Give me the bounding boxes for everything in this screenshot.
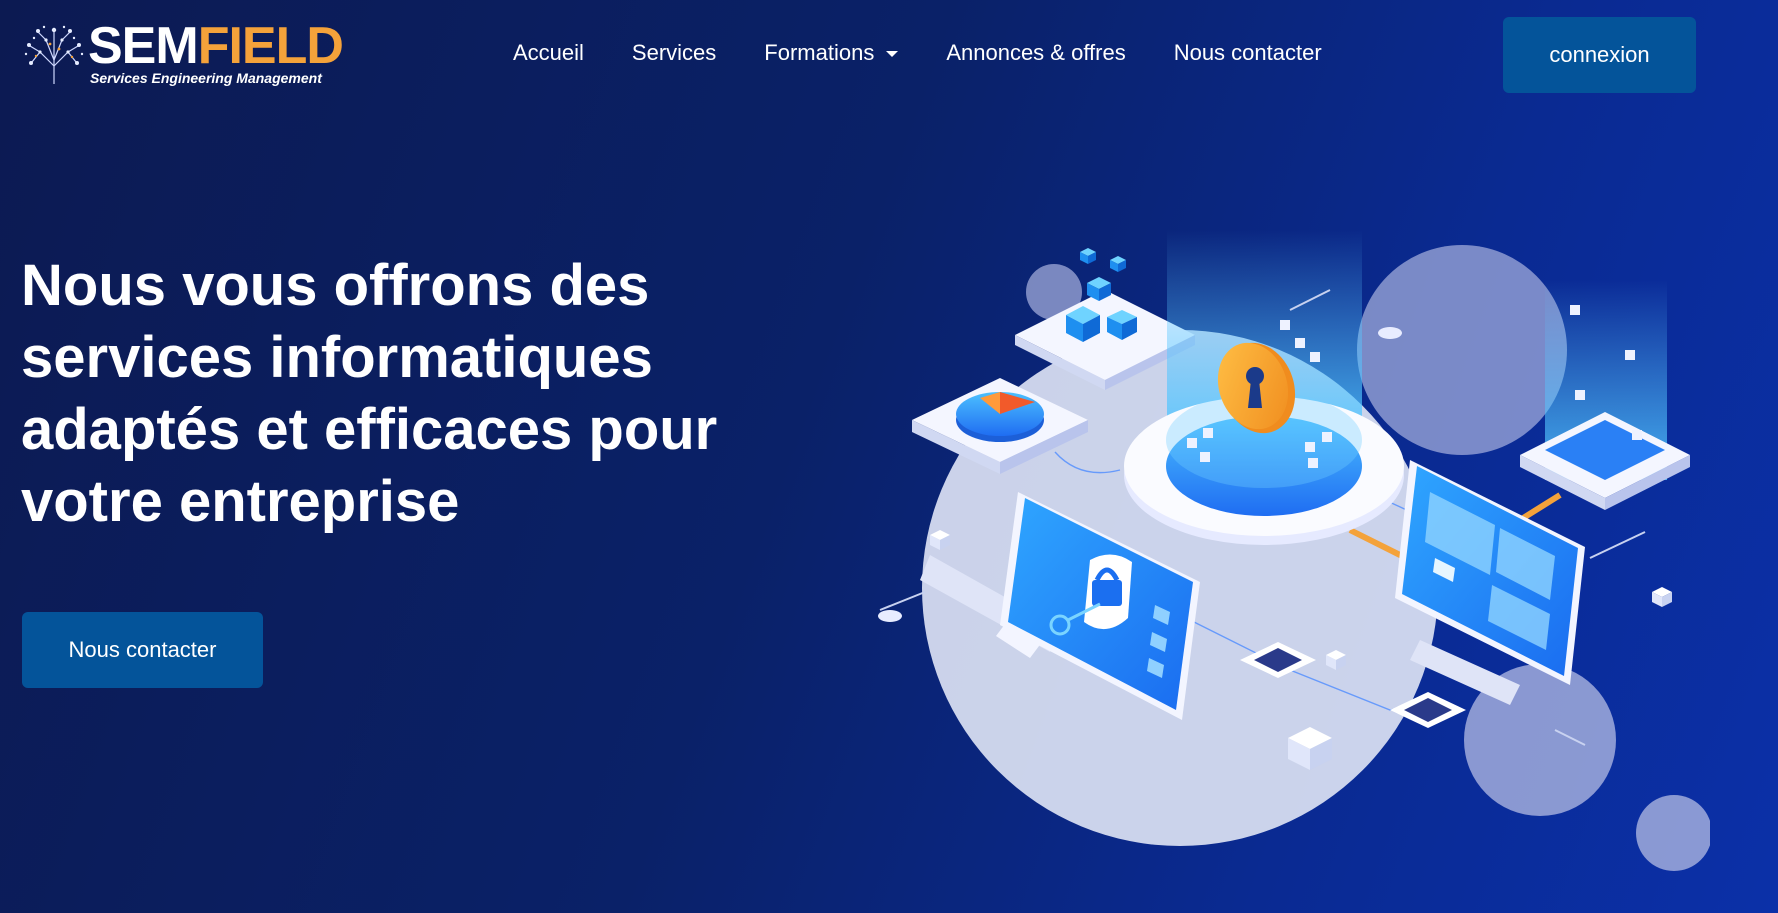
hero-title: Nous vous offrons des services informati… — [21, 253, 718, 534]
isometric-cyber-security-illustration — [878, 230, 1710, 871]
brand-name-part1: SEM — [88, 17, 199, 75]
site-logo[interactable]: SEMFIELD Services Engineering Management — [22, 20, 344, 90]
brand-name-part2: FIELD — [197, 17, 344, 75]
navbar: SEMFIELD Services Engineering Management… — [0, 0, 1778, 110]
nav-item-accueil[interactable]: Accueil — [513, 40, 584, 66]
chevron-down-icon — [886, 51, 899, 57]
contact-cta-button[interactable]: Nous contacter — [22, 612, 263, 688]
brand-tagline: Services Engineering Management — [90, 70, 322, 86]
nav-item-services[interactable]: Services — [632, 40, 716, 66]
main-nav: Accueil Services Formations Annonces & o… — [513, 40, 1322, 66]
login-button[interactable]: connexion — [1503, 17, 1696, 93]
brand-wordmark: SEMFIELD — [88, 17, 344, 75]
nav-item-formations[interactable]: Formations — [764, 40, 899, 66]
nav-item-formations-label: Formations — [764, 40, 875, 65]
nav-item-contact[interactable]: Nous contacter — [1174, 40, 1322, 66]
nav-item-annonces[interactable]: Annonces & offres — [946, 40, 1125, 66]
tree-circuit-icon — [24, 25, 84, 84]
